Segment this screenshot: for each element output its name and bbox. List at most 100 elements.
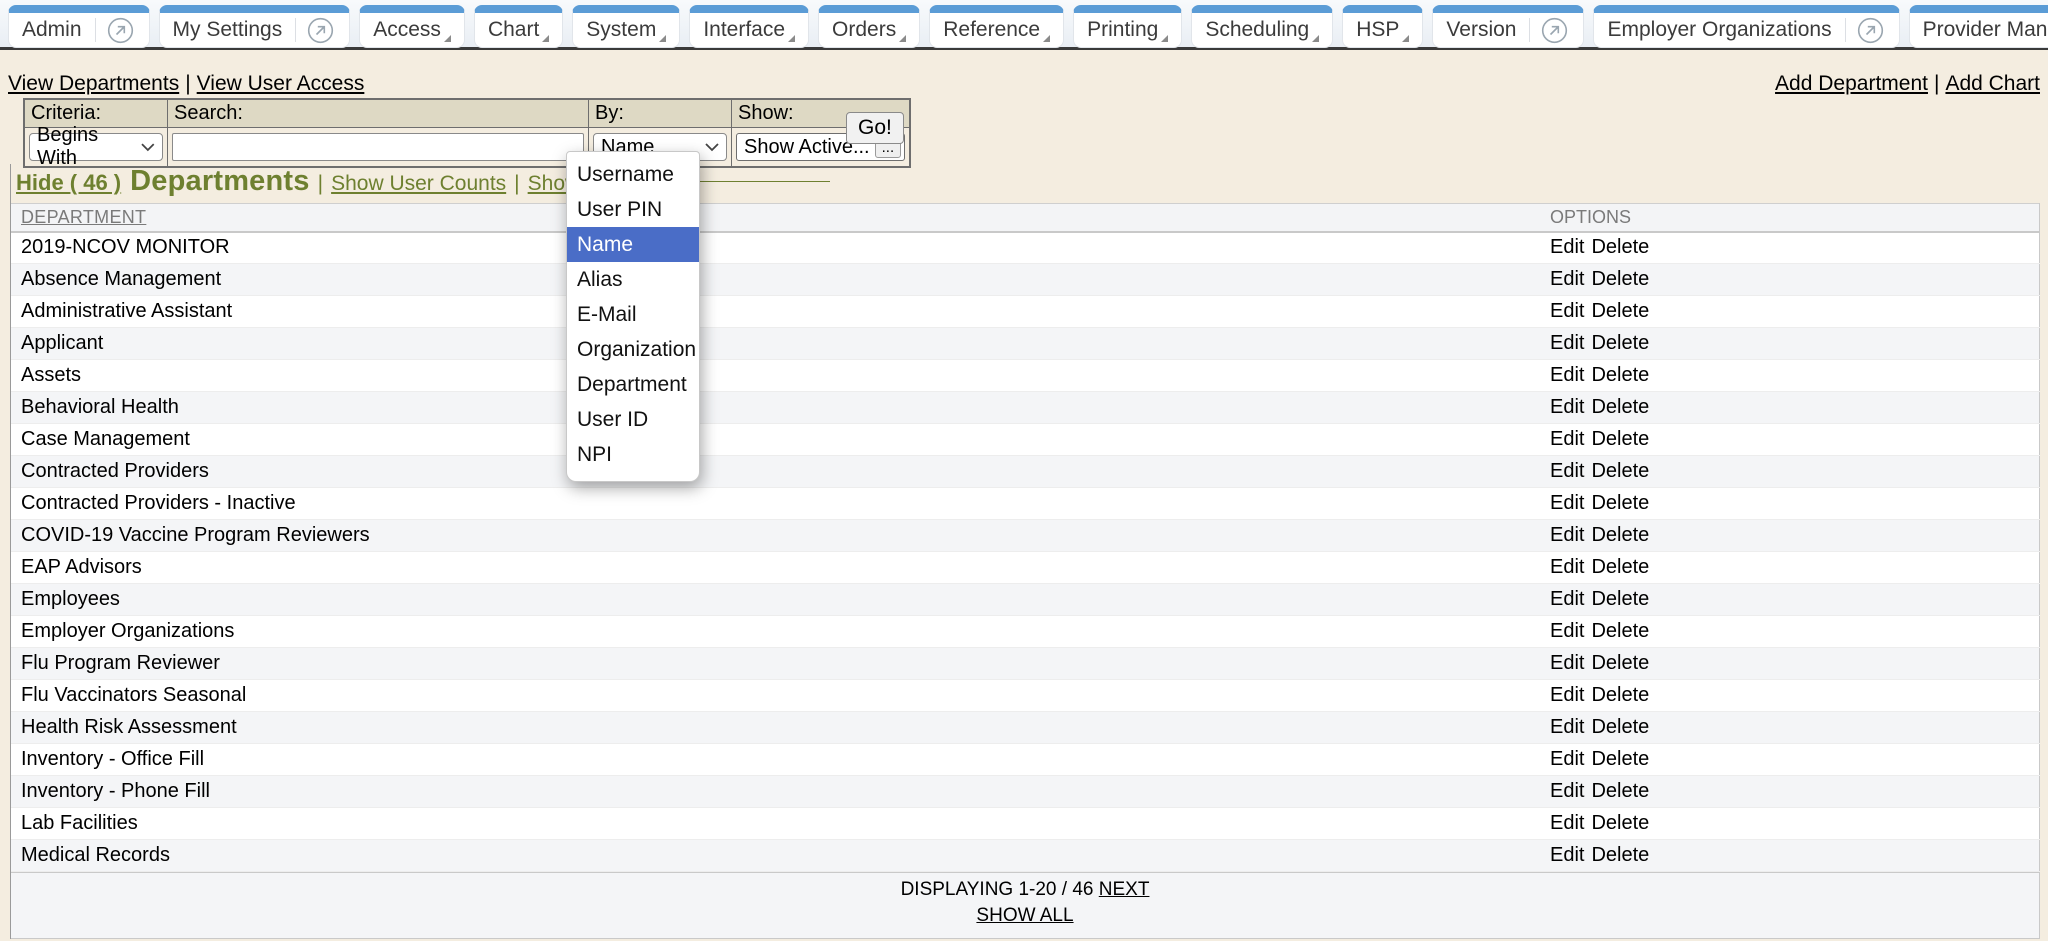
table-row: Medical Records EditDelete (11, 840, 2040, 872)
table-row: Flu Program Reviewer EditDelete (11, 648, 2040, 680)
by-option-e-mail[interactable]: E-Mail (567, 297, 699, 332)
delete-link[interactable]: Delete (1591, 780, 1649, 802)
edit-link[interactable]: Edit (1550, 396, 1584, 418)
by-option-username[interactable]: Username (567, 157, 699, 192)
hide-count-link[interactable]: Hide ( 46 ) (16, 170, 121, 196)
edit-link[interactable]: Edit (1550, 236, 1584, 258)
criteria-select[interactable]: Begins With (29, 133, 163, 161)
nav-tab-orders[interactable]: Orders (818, 5, 920, 48)
view-departments-link[interactable]: View Departments (8, 72, 179, 95)
options-cell: Edit Delete (1540, 328, 2040, 360)
edit-link[interactable]: Edit (1550, 620, 1584, 642)
by-option-npi[interactable]: NPI (567, 437, 699, 472)
delete-link[interactable]: Delete (1591, 428, 1649, 450)
edit-link[interactable]: Edit (1550, 492, 1584, 514)
delete-link[interactable]: Delete (1591, 556, 1649, 578)
delete-link[interactable]: Delete (1591, 396, 1649, 418)
by-option-alias[interactable]: Alias (567, 262, 699, 297)
delete-link[interactable]: Delete (1591, 268, 1649, 290)
delete-link[interactable]: Delete (1591, 364, 1649, 386)
by-option-user-pin[interactable]: User PIN (567, 192, 699, 227)
external-link-icon[interactable] (1846, 17, 1886, 44)
edit-link[interactable]: Edit (1550, 716, 1584, 738)
show-all-link[interactable]: SHOW ALL (976, 905, 1073, 926)
delete-link[interactable]: Delete (1591, 844, 1649, 866)
options-cell: Edit Delete (1540, 648, 2040, 680)
delete-link[interactable]: Delete (1591, 236, 1649, 258)
add-department-link[interactable]: Add Department (1775, 72, 1928, 95)
nav-tab-label: HSP (1356, 18, 1399, 42)
nav-tab-chart[interactable]: Chart (474, 5, 563, 48)
nav-tab-label: Scheduling (1205, 18, 1309, 42)
department-cell: Lab Facilities (11, 808, 1540, 840)
separator: | (514, 172, 519, 196)
department-column-header[interactable]: DEPARTMENT (21, 207, 146, 227)
external-link-icon[interactable] (96, 17, 136, 44)
by-option-organization[interactable]: Organization (567, 332, 699, 367)
go-button[interactable]: Go! (846, 112, 904, 144)
by-option-name[interactable]: Name (567, 227, 699, 262)
list-header: Hide ( 46 ) Departments | Show User Coun… (11, 164, 2040, 203)
toolbar-right: Add Department|Add Chart (1775, 72, 2040, 96)
nav-tab-hsp[interactable]: HSP (1342, 5, 1423, 48)
by-option-user-id[interactable]: User ID (567, 402, 699, 437)
menu-arrow-icon (444, 35, 451, 42)
edit-link[interactable]: Edit (1550, 556, 1584, 578)
nav-tab-employer-organizations[interactable]: Employer Organizations (1593, 5, 1899, 48)
edit-link[interactable]: Edit (1550, 652, 1584, 674)
edit-link[interactable]: Edit (1550, 684, 1584, 706)
delete-link[interactable]: Delete (1591, 684, 1649, 706)
delete-link[interactable]: Delete (1591, 716, 1649, 738)
options-cell: Edit Delete (1540, 680, 2040, 712)
edit-link[interactable]: Edit (1550, 524, 1584, 546)
options-cell: Edit Delete (1540, 616, 2040, 648)
delete-link[interactable]: Delete (1591, 524, 1649, 546)
show-user-counts-link[interactable]: Show User Counts (331, 172, 506, 196)
edit-link[interactable]: Edit (1550, 780, 1584, 802)
nav-tab-my-settings[interactable]: My Settings (159, 5, 351, 48)
delete-link[interactable]: Delete (1591, 812, 1649, 834)
external-link-icon[interactable] (1530, 17, 1570, 44)
delete-link[interactable]: Delete (1591, 300, 1649, 322)
external-link-icon[interactable] (296, 17, 336, 44)
delete-link[interactable]: Delete (1591, 460, 1649, 482)
nav-tab-provider-management[interactable]: Provider Management (1909, 5, 2048, 48)
table-row: Health Risk Assessment EditDelete (11, 712, 2040, 744)
nav-tab-reference[interactable]: Reference (929, 5, 1064, 48)
add-chart-link[interactable]: Add Chart (1945, 72, 2040, 95)
nav-tab-scheduling[interactable]: Scheduling (1191, 5, 1333, 48)
edit-link[interactable]: Edit (1550, 364, 1584, 386)
edit-link[interactable]: Edit (1550, 812, 1584, 834)
nav-tab-system[interactable]: System (572, 5, 680, 48)
options-cell: Edit Delete (1540, 456, 2040, 488)
edit-link[interactable]: Edit (1550, 748, 1584, 770)
next-link[interactable]: NEXT (1099, 879, 1150, 900)
options-cell: Edit Delete (1540, 840, 2040, 872)
edit-link[interactable]: Edit (1550, 300, 1584, 322)
edit-link[interactable]: Edit (1550, 588, 1584, 610)
edit-link[interactable]: Edit (1550, 428, 1584, 450)
table-header-row: DEPARTMENT OPTIONS (11, 204, 2040, 232)
edit-link[interactable]: Edit (1550, 332, 1584, 354)
edit-link[interactable]: Edit (1550, 844, 1584, 866)
nav-tabs: Admin My Settings Access (8, 5, 2048, 48)
edit-link[interactable]: Edit (1550, 460, 1584, 482)
nav-tab-access[interactable]: Access (359, 5, 465, 48)
nav-tab-printing[interactable]: Printing (1073, 5, 1182, 48)
delete-link[interactable]: Delete (1591, 492, 1649, 514)
delete-link[interactable]: Delete (1591, 748, 1649, 770)
view-user-access-link[interactable]: View User Access (197, 72, 365, 95)
delete-link[interactable]: Delete (1591, 332, 1649, 354)
delete-link[interactable]: Delete (1591, 652, 1649, 674)
nav-tab-label: Chart (488, 18, 539, 42)
by-option-department[interactable]: Department (567, 367, 699, 402)
delete-link[interactable]: Delete (1591, 588, 1649, 610)
nav-tab-admin[interactable]: Admin (8, 5, 150, 48)
search-input[interactable] (172, 133, 584, 161)
pager-line: DISPLAYING 1-20 / 46 NEXT (11, 877, 2039, 903)
nav-tab-version[interactable]: Version (1432, 5, 1584, 48)
edit-link[interactable]: Edit (1550, 268, 1584, 290)
delete-link[interactable]: Delete (1591, 620, 1649, 642)
department-cell: Administrative Assistant (11, 296, 1540, 328)
nav-tab-interface[interactable]: Interface (689, 5, 809, 48)
